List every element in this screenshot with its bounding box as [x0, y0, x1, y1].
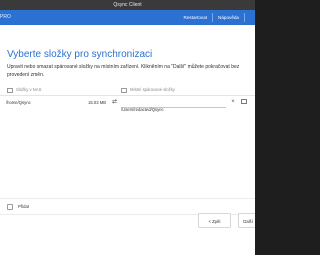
column-header-local: Místní spárované složky: [121, 86, 175, 94]
add-label: Přidat: [18, 204, 29, 209]
sync-direction-icon[interactable]: ⇄: [110, 98, 119, 107]
add-folder-pair[interactable]: Přidat: [7, 203, 29, 211]
nav-item-restart[interactable]: Restartovat: [179, 13, 213, 22]
local-folder-path: /Users/redacted/Qsync: [121, 107, 164, 112]
nav-links: Restartovat Nápověda: [179, 13, 255, 22]
page-title: Vyberte složky pro synchronizaci: [7, 49, 153, 60]
nav-item-help[interactable]: Nápověda: [213, 13, 244, 22]
top-nav-bar: PRO Restartovat Nápověda: [0, 10, 255, 25]
folder-icon[interactable]: [241, 99, 247, 104]
header-divider: [0, 95, 255, 96]
column-header-nas: Složky v NAS: [7, 86, 41, 94]
column-label-nas: Složky v NAS: [16, 87, 42, 92]
local-folder-field[interactable]: /Users/redacted/Qsync: [121, 98, 226, 112]
nav-label: PRO: [0, 14, 11, 20]
computer-icon: [121, 87, 127, 93]
folder-pair-row: /home/Qsync 15.03 MB ⇄ /Users/redacted/Q…: [0, 97, 255, 112]
app-window: Qsync Client PRO Restartovat Nápověda Vy…: [0, 0, 255, 255]
column-label-local: Místní spárované složky: [130, 87, 175, 92]
list-bottom-divider: [0, 198, 255, 199]
folder-size: 15.03 MB: [88, 100, 106, 105]
remove-pair-icon[interactable]: ×: [229, 97, 237, 107]
nav-separator: [244, 13, 245, 22]
nas-icon: [7, 87, 13, 93]
window-title: Qsync Client: [113, 2, 142, 8]
checkbox-icon[interactable]: [7, 204, 13, 210]
back-button[interactable]: < Zpět: [198, 213, 231, 228]
window-titlebar: Qsync Client: [0, 0, 255, 10]
next-button[interactable]: Další: [238, 213, 255, 228]
page-description: Upravit nebo smazat spárované složky na …: [7, 64, 240, 78]
